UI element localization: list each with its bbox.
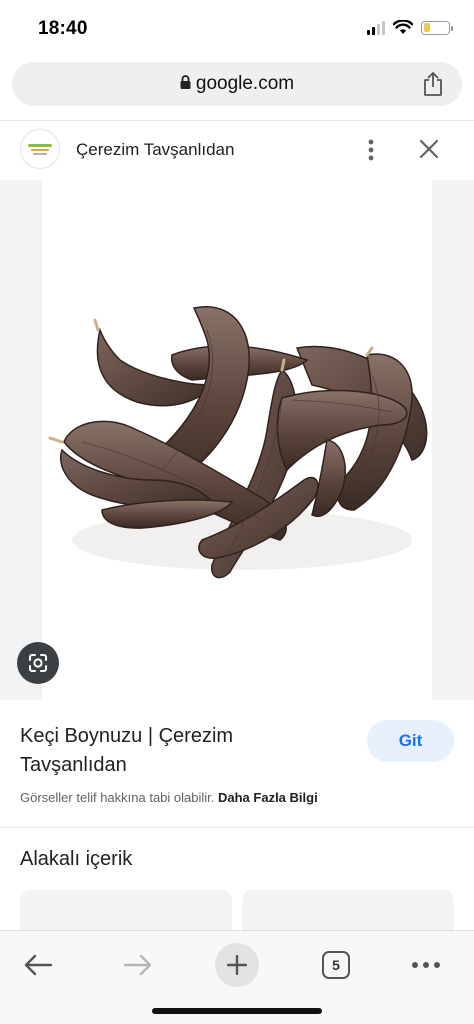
new-tab-circle <box>215 943 259 987</box>
source-logo-icon <box>28 144 52 155</box>
source-logo[interactable] <box>20 129 60 169</box>
source-header: Çerezim Tavşanlıdan <box>0 120 474 178</box>
status-icons <box>367 20 453 35</box>
google-lens-icon <box>29 654 47 672</box>
close-icon[interactable] <box>418 138 440 160</box>
more-horizontal-icon <box>412 962 440 968</box>
home-indicator[interactable] <box>152 1008 322 1014</box>
image-title[interactable]: Keçi Boynuzu | Çerezim Tavşanlıdan <box>20 722 340 780</box>
plus-icon <box>227 955 247 975</box>
image-info: Keçi Boynuzu | Çerezim Tavşanlıdan Git G… <box>0 700 474 828</box>
back-button[interactable] <box>16 941 60 989</box>
url-display[interactable]: google.com <box>12 73 462 95</box>
new-tab-button[interactable] <box>215 941 259 989</box>
status-time: 18:40 <box>38 18 88 39</box>
battery-icon <box>421 20 453 35</box>
more-info-link[interactable]: Daha Fazla Bilgi <box>218 790 318 805</box>
cellular-signal-icon <box>367 20 385 35</box>
related-card[interactable] <box>242 890 454 930</box>
address-bar[interactable]: google.com <box>12 62 462 106</box>
wifi-icon <box>393 20 413 34</box>
image-panel[interactable] <box>42 180 432 700</box>
copyright-text: Görseller telif hakkına tabi olabilir. <box>20 790 215 805</box>
status-bar: 18:40 <box>0 0 474 58</box>
related-card[interactable] <box>20 890 232 930</box>
go-button[interactable]: Git <box>367 720 454 762</box>
forward-arrow-icon <box>123 954 152 976</box>
carob-pods-image <box>48 306 428 579</box>
copyright-notice: Görseller telif hakkına tabi olabilir. D… <box>20 790 318 805</box>
url-text: google.com <box>195 73 295 94</box>
more-button[interactable] <box>404 941 448 989</box>
tabs-icon: 5 <box>322 951 350 979</box>
related-content-heading: Alakalı içerik <box>20 848 133 870</box>
source-name[interactable]: Çerezim Tavşanlıdan <box>76 140 234 160</box>
more-vertical-icon[interactable] <box>364 138 378 162</box>
tabs-button[interactable]: 5 <box>314 941 358 989</box>
forward-button[interactable] <box>116 941 160 989</box>
battery-level <box>423 23 430 32</box>
google-lens-button[interactable] <box>17 642 59 684</box>
back-arrow-icon <box>24 954 53 976</box>
image-viewer <box>0 180 474 700</box>
share-icon[interactable] <box>422 71 444 97</box>
lock-icon <box>180 75 191 90</box>
